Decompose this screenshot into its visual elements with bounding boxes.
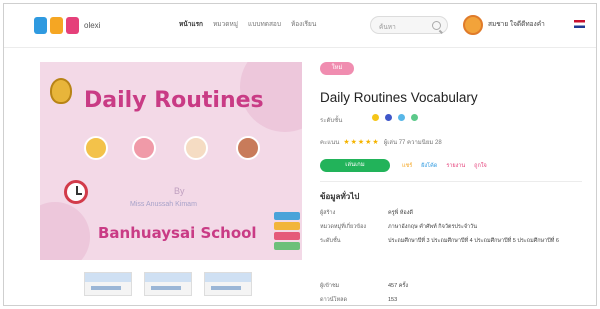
section-divider [320,181,582,182]
info-key: ดาวน์โหลด [320,297,348,303]
thumbnail-1[interactable] [84,272,132,296]
logo-block-pink [66,16,79,34]
main-nav: หน้าแรก หมวดหมู่ แบบทดสอบ ห้องเรียน [179,19,316,29]
dot-icon [372,114,379,121]
like-link[interactable]: ถูกใจ [474,162,487,170]
level-dots [372,114,418,121]
info-value: 457 ครั้ง [388,283,409,289]
cover-title: Daily Routines [84,88,264,113]
search-placeholder: ค้นหา [379,24,396,31]
share-link[interactable]: แชร์ [402,162,412,170]
info-value: 153 [388,297,398,303]
site-logo[interactable]: olexi [34,15,100,35]
dot-icon [398,114,405,121]
game-cover-image[interactable]: Daily Routines By Miss Anussah Kimam Ban… [40,62,302,260]
school-seal-icon [50,78,72,104]
action-links: แชร์ ฝังโค้ด รายงาน ถูกใจ [402,162,487,170]
nav-item-quizzes[interactable]: แบบทดสอบ [248,19,281,29]
rating-stats: ผู้เล่น 77 ความนิยม 28 [383,140,442,146]
logo-block-orange [50,16,63,34]
kid-icon [132,136,156,160]
thumbnail-2[interactable] [144,272,192,296]
cover-school: Banhuaysai School [98,224,257,242]
report-link[interactable]: รายงาน [446,162,465,170]
language-flag-icon[interactable] [574,20,585,28]
thumbnail-3[interactable] [204,272,252,296]
info-key: ผู้เข้าชม [320,283,340,289]
kid-icon [236,136,260,160]
site-header: olexi หน้าแรก หมวดหมู่ แบบทดสอบ ห้องเรีย… [4,4,596,48]
info-key: หมวดหมู่ที่เกี่ยวข้อง [320,224,367,230]
nav-item-classroom[interactable]: ห้องเรียน [291,19,316,29]
logo-block-blue [34,16,47,34]
new-badge: ใหม่ [320,62,354,75]
thumbnail-strip [84,272,252,296]
game-title: Daily Routines Vocabulary [320,90,478,105]
general-info-heading: ข้อมูลทั่วไป [320,192,360,201]
info-value[interactable]: ประถมศึกษาปีที่ 3 ประถมศึกษาปีที่ 4 ประถ… [388,237,578,246]
clock-icon [64,180,88,204]
dot-icon [411,114,418,121]
rating-row: คะแนน ★★★★★ ผู้เล่น 77 ความนิยม 28 [320,137,442,147]
play-button[interactable]: เล่นเกม [320,159,390,172]
kid-icon [184,136,208,160]
user-avatar[interactable] [463,15,483,35]
embed-link[interactable]: ฝังโค้ด [421,162,437,170]
search-icon[interactable] [432,21,441,30]
info-value[interactable]: ภาษาอังกฤษ คำศัพท์ กิจวัตรประจำวัน [388,223,578,232]
logo-text: olexi [84,20,101,30]
rating-stars-icon[interactable]: ★★★★★ [343,138,379,146]
cover-by: By [174,186,185,196]
level-label: ระดับชั้น [320,118,343,124]
decor-blob [40,202,90,260]
info-key: ระดับชั้น [320,238,341,244]
info-key: ผู้สร้าง [320,210,336,216]
dot-icon [385,114,392,121]
cover-author: Miss Anussah Kimam [130,201,197,208]
browser-frame: olexi หน้าแรก หมวดหมู่ แบบทดสอบ ห้องเรีย… [3,3,597,306]
nav-item-categories[interactable]: หมวดหมู่ [213,19,238,29]
user-name-menu[interactable]: สมชาย ใจดีดีทองคำ [488,19,545,29]
info-value[interactable]: ครูพี่ ห้องดี [388,209,578,218]
rating-label: คะแนน [320,140,340,146]
kid-icon [84,136,108,160]
nav-item-home[interactable]: หน้าแรก [179,19,203,29]
books-icon [274,212,300,252]
search-input[interactable]: ค้นหา [370,16,448,34]
